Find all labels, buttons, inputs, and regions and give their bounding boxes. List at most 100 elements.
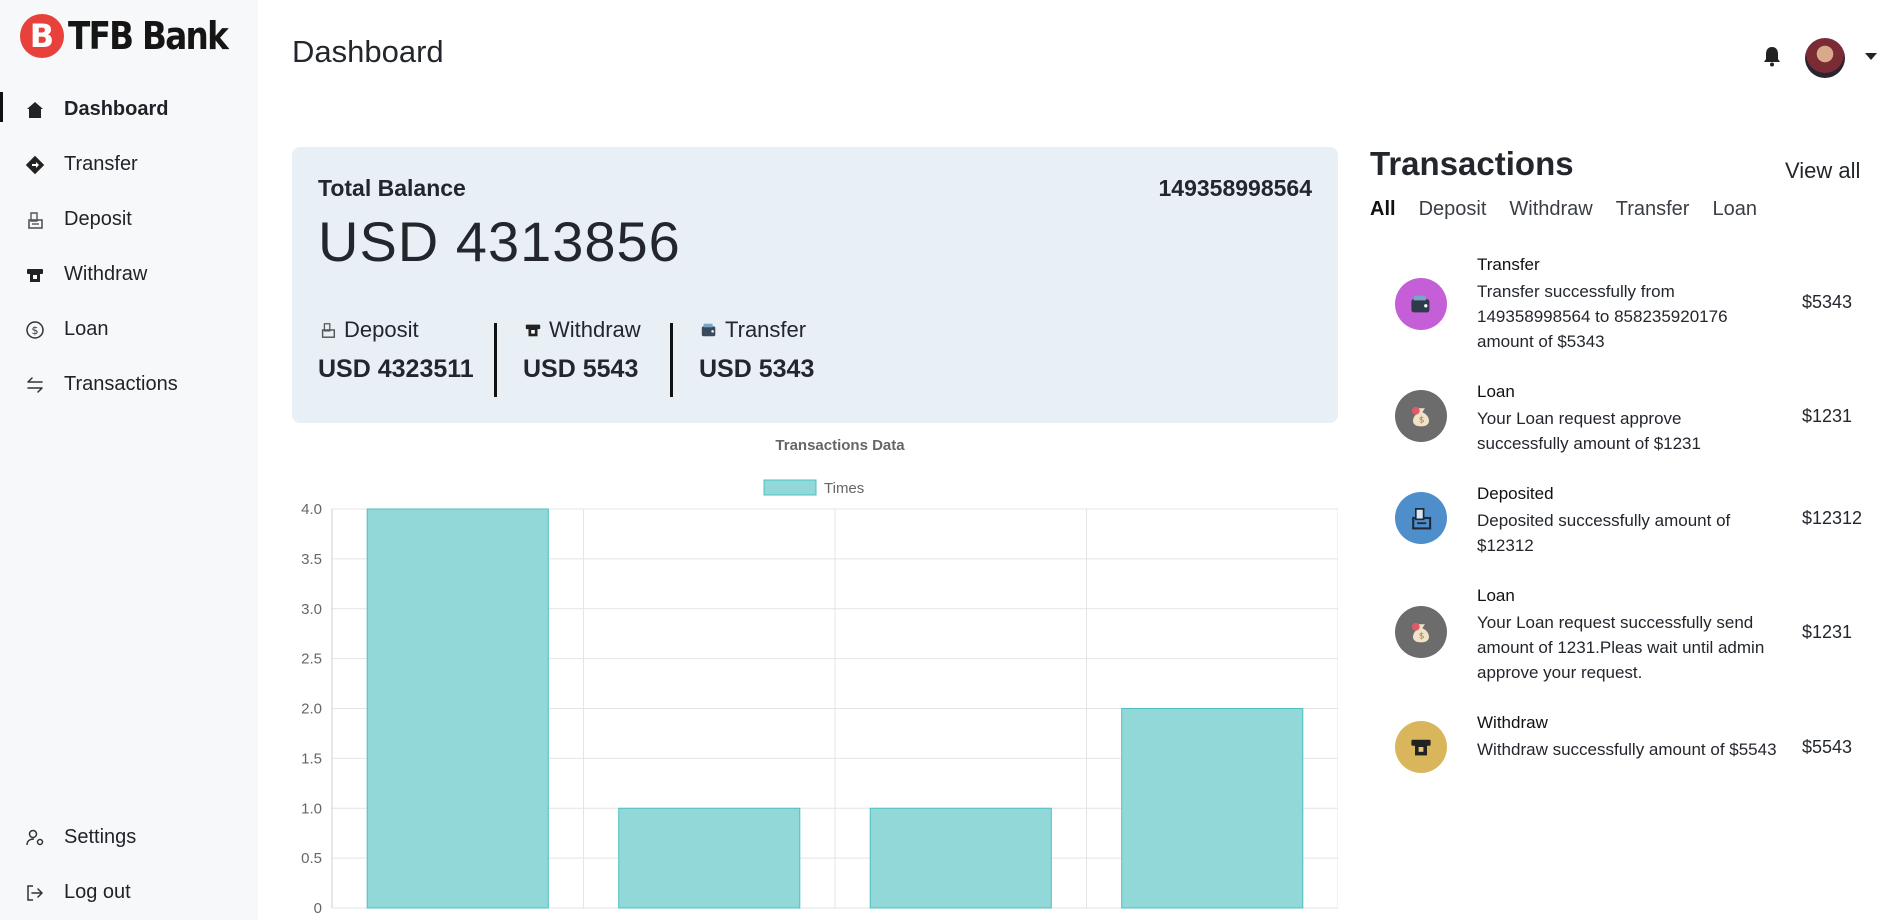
user-settings-icon (24, 827, 46, 849)
balance-amount: USD 4313856 (318, 210, 681, 273)
sidebar-item-deposit[interactable]: Deposit (0, 192, 258, 247)
divider (670, 323, 673, 397)
sidebar-item-label: Transactions (64, 373, 178, 395)
transaction-filter-tabs: All Deposit Withdraw Transfer Loan (1370, 198, 1780, 221)
atm-withdraw-icon (1395, 721, 1447, 773)
y-tick-label: 1.0 (301, 800, 322, 817)
swap-arrows-icon (24, 374, 46, 396)
tab-loan[interactable]: Loan (1712, 198, 1757, 221)
transactions-chart: Transactions Data Times 0 0.5 1.0 1.5 2.0 2.5 3.… (292, 430, 1338, 920)
sidebar-item-withdraw[interactable]: Withdraw (0, 247, 258, 302)
deposit-icon (1395, 492, 1447, 544)
transaction-name: Transfer (1477, 255, 1540, 274)
sidebar-item-label: Loan (64, 318, 109, 340)
transfer-stat-label: Transfer (725, 317, 807, 342)
tab-deposit[interactable]: Deposit (1419, 198, 1487, 221)
deposit-stat-value: USD 4323511 (318, 355, 474, 383)
sidebar-item-dashboard[interactable]: Dashboard (0, 82, 258, 137)
wallet-icon (1395, 278, 1447, 330)
sidebar-item-label: Transfer (64, 153, 138, 175)
y-tick-label: 2.5 (301, 651, 322, 668)
withdraw-stat: Withdraw USD 5543 (523, 317, 641, 391)
tab-withdraw[interactable]: Withdraw (1509, 198, 1592, 221)
sidebar-item-label: Settings (64, 826, 137, 848)
svg-text:$: $ (32, 324, 39, 337)
sidebar: B TFB Bank Dashboard Transfer Deposit Wi… (0, 0, 258, 920)
withdraw-stat-value: USD 5543 (523, 355, 639, 383)
withdraw-stat-label: Withdraw (549, 317, 641, 342)
page-title: Dashboard (292, 34, 444, 69)
brand-logo-mark: B (20, 14, 64, 58)
transaction-name: Deposited (1477, 484, 1554, 503)
transfer-stat: Transfer USD 5343 (699, 317, 814, 391)
chart-bar (869, 807, 1052, 909)
divider (494, 323, 497, 397)
sidebar-item-label: Log out (64, 881, 131, 903)
transaction-amount: $12312 (1802, 508, 1863, 528)
tab-all[interactable]: All (1370, 198, 1396, 221)
transaction-desc: Transfer successfully from 149358998564 … (1477, 282, 1728, 351)
account-number: 149358998564 (1158, 175, 1313, 201)
brand-logo[interactable]: B TFB Bank (20, 14, 253, 58)
chart-canvas: Transactions Data Times 0 0.5 1.0 1.5 2.0 2.5 3.… (301, 437, 1338, 917)
chevron-down-icon[interactable] (1865, 53, 1877, 60)
avatar[interactable] (1805, 38, 1845, 78)
chart-title: Transactions Data (775, 437, 905, 454)
transaction-name: Loan (1477, 586, 1515, 605)
transaction-desc: Withdraw successfully amount of $5543 (1477, 740, 1777, 759)
tab-transfer[interactable]: Transfer (1616, 198, 1690, 221)
deposit-stat-label: Deposit (344, 317, 419, 342)
y-tick-label: 1.5 (301, 750, 322, 767)
view-all-link[interactable]: View all (1785, 158, 1860, 184)
transaction-amount: $5343 (1802, 292, 1853, 312)
transfer-arrow-icon (24, 154, 46, 176)
sidebar-item-transactions[interactable]: Transactions (0, 357, 258, 412)
sidebar-item-logout[interactable]: Log out (0, 865, 258, 920)
balance-label: Total Balance (318, 175, 466, 201)
atm-withdraw-icon (24, 264, 46, 286)
home-icon (24, 99, 46, 121)
svg-text:$: $ (1419, 416, 1425, 426)
money-bag-icon: $ (1395, 390, 1447, 442)
brand-name: TFB Bank (68, 14, 229, 58)
y-tick-label: 3.0 (301, 601, 322, 618)
sidebar-item-loan[interactable]: $ Loan (0, 302, 258, 357)
sidebar-item-label: Withdraw (64, 263, 148, 285)
sidebar-item-settings[interactable]: Settings (0, 810, 258, 865)
sidebar-item-label: Deposit (64, 208, 132, 230)
transaction-amount: $5543 (1802, 737, 1853, 757)
atm-withdraw-icon (523, 320, 543, 340)
y-tick-label: 0 (314, 900, 322, 917)
logout-icon (24, 882, 46, 904)
transaction-desc: Your Loan request successfully send amou… (1477, 613, 1765, 682)
transaction-desc: Your Loan request approve successfully a… (1477, 409, 1701, 453)
chart-bar (618, 807, 801, 909)
wallet-icon (699, 320, 719, 340)
y-tick-label: 4.0 (301, 501, 322, 518)
sidebar-item-transfer[interactable]: Transfer (0, 137, 258, 192)
y-tick-label: 0.5 (301, 850, 322, 867)
svg-text:$: $ (1419, 632, 1425, 642)
y-tick-label: 2.0 (301, 701, 322, 718)
legend-label: Times (824, 480, 864, 497)
transaction-desc: Deposited successfully amount of $12312 (1477, 511, 1731, 555)
transactions-title: Transactions (1370, 145, 1574, 182)
money-bag-icon: $ (1395, 606, 1447, 658)
legend-swatch (763, 479, 817, 496)
deposit-icon (318, 320, 338, 340)
dollar-coin-icon: $ (24, 319, 46, 341)
transaction-name: Withdraw (1477, 713, 1548, 732)
transfer-stat-value: USD 5343 (699, 355, 815, 383)
notification-bell-icon[interactable] (1762, 45, 1782, 67)
sidebar-nav: Dashboard Transfer Deposit Withdraw $ Lo… (0, 82, 258, 412)
sidebar-item-label: Dashboard (64, 98, 169, 120)
sidebar-bottom-nav: Settings Log out (0, 810, 258, 920)
chart-bar (366, 508, 549, 909)
deposit-stat: Deposit USD 4323511 (318, 317, 474, 391)
chart-bar (1121, 708, 1304, 909)
deposit-icon (24, 209, 46, 231)
balance-card: Total Balance 149358998564 USD 4313856 D… (292, 147, 1338, 423)
y-tick-label: 3.5 (301, 551, 322, 568)
transaction-name: Loan (1477, 382, 1515, 401)
transaction-amount: $1231 (1802, 406, 1853, 426)
